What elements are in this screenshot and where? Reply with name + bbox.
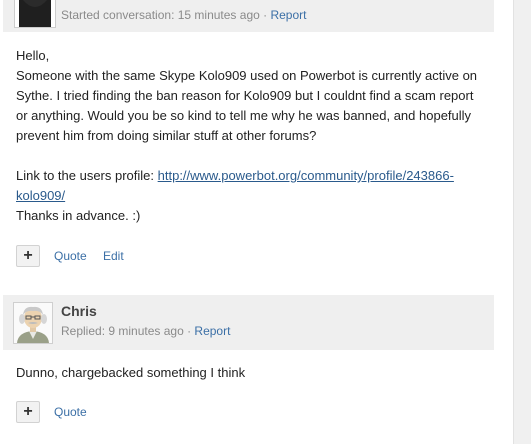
post-meta: Started conversation: 15 minutes ago · R… — [61, 8, 307, 22]
post-line: Someone with the same Skype Kolo909 used… — [16, 68, 478, 83]
reply-text: Dunno, chargebacked something I think — [16, 365, 246, 380]
post-line: or anything. Would you be so kind to tel… — [16, 108, 472, 123]
plus-one-button[interactable]: + — [16, 245, 40, 267]
report-link[interactable]: Report — [194, 324, 230, 338]
avatar[interactable] — [13, 302, 53, 344]
quote-link[interactable]: Quote — [54, 405, 87, 419]
link-label: Link to the users profile: — [16, 168, 158, 183]
quote-link[interactable]: Quote — [54, 249, 87, 263]
old-man-avatar-icon — [14, 303, 52, 343]
post-line: Thanks in advance. :) — [16, 208, 141, 223]
post-body: Hello, Someone with the same Skype Kolo9… — [16, 46, 477, 226]
report-link[interactable]: Report — [270, 8, 306, 22]
post-line: Sythe. I tried finding the ban reason fo… — [16, 88, 474, 103]
meta-separator: · — [259, 8, 271, 22]
post-meta: Replied: 9 minutes ago · Report — [61, 324, 230, 338]
profile-link-continued[interactable]: kolo909/ — [16, 188, 65, 203]
meta-separator: · — [183, 324, 195, 338]
profile-link[interactable]: http://www.powerbot.org/community/profil… — [158, 168, 454, 183]
post-timestamp: Started conversation: 15 minutes ago — [61, 8, 260, 22]
avatar[interactable] — [14, 0, 56, 28]
edit-link[interactable]: Edit — [103, 249, 124, 263]
post-line: prevent him from doing similar stuff at … — [16, 128, 317, 143]
plus-one-button[interactable]: + — [16, 401, 40, 423]
user-silhouette-icon — [15, 0, 55, 27]
profile-link-line: Link to the users profile: http://www.po… — [16, 166, 477, 186]
post-timestamp: Replied: 9 minutes ago — [61, 324, 184, 338]
author-name[interactable]: Chris — [61, 303, 97, 319]
post-header: Chris Replied: 9 minutes ago · Report — [3, 295, 494, 350]
post-header: Started conversation: 15 minutes ago · R… — [3, 0, 494, 32]
right-sidebar-strip — [513, 0, 531, 444]
post-line: Hello, — [16, 48, 50, 63]
